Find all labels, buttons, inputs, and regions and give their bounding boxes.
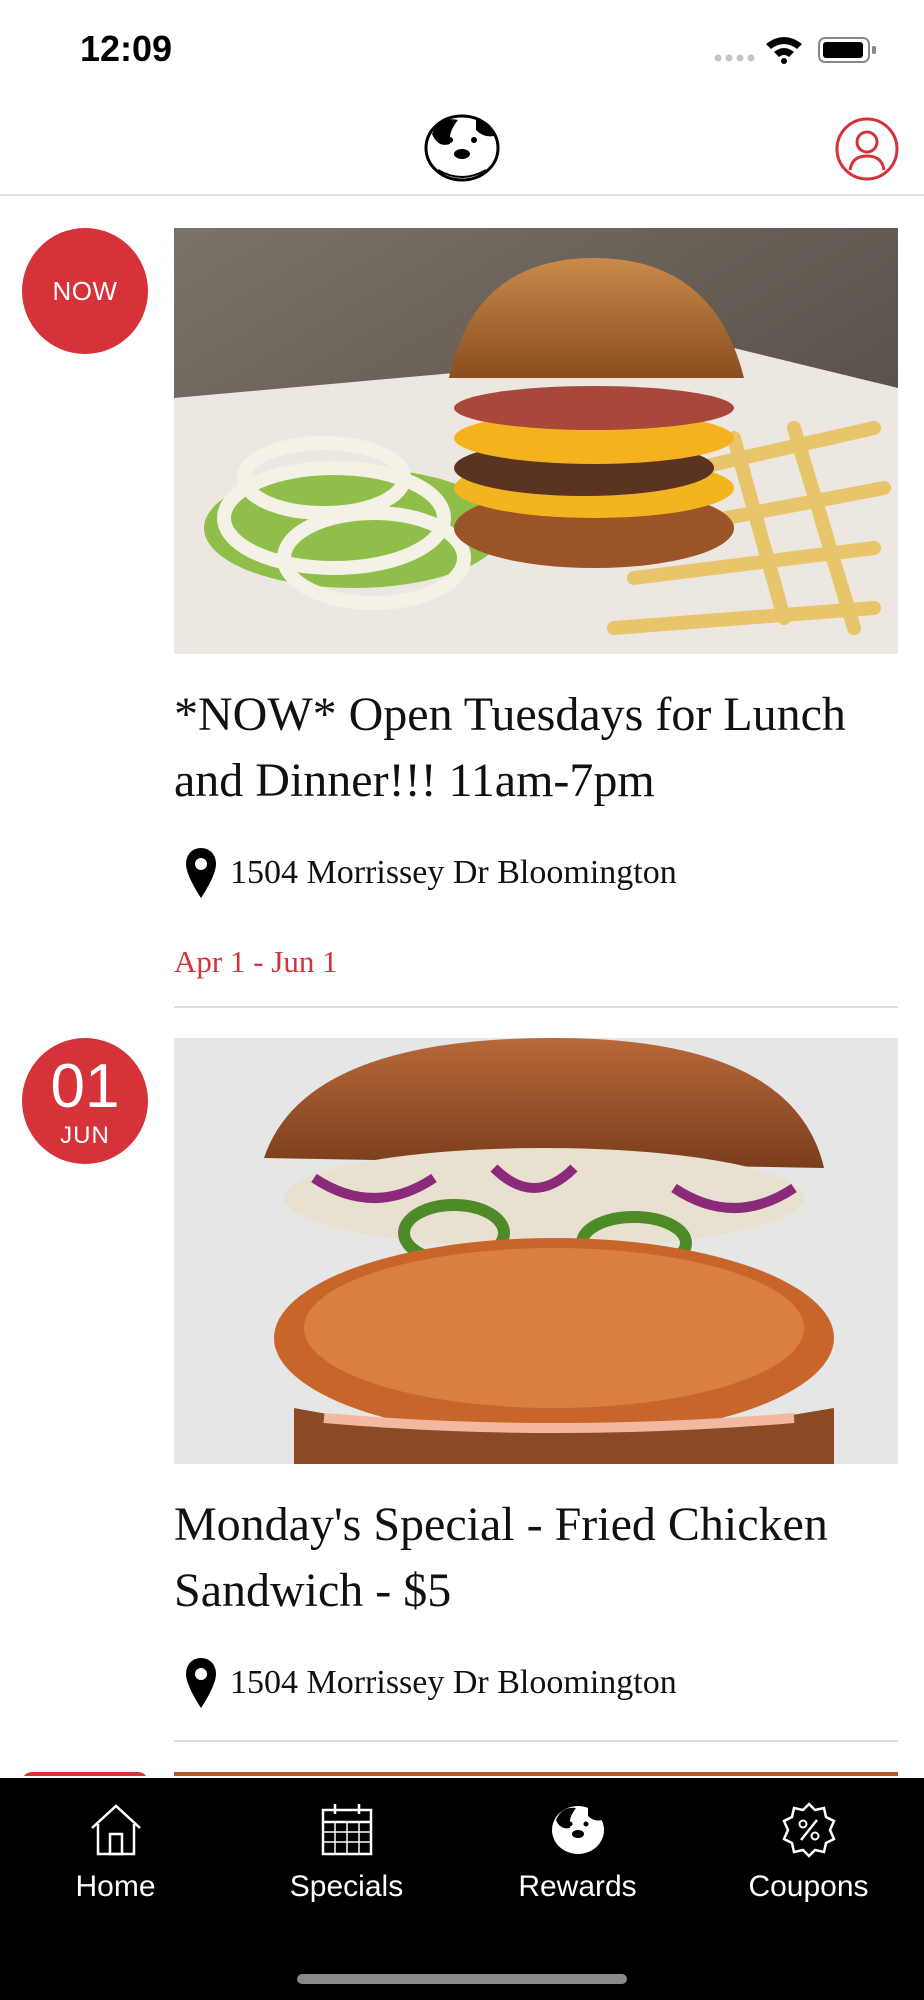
divider [174,1006,898,1008]
burger-image[interactable] [174,228,898,654]
next-date-badge [22,1772,148,1776]
date-range: Apr 1 - Jun 1 [174,944,338,979]
tab-label: Home [75,1870,156,1903]
profile-icon[interactable] [834,116,900,182]
tab-label: Specials [289,1870,404,1903]
cellular-signal-icon [714,54,755,62]
tab-label: Coupons [748,1870,869,1903]
home-icon [91,1804,141,1856]
location-pin-icon [186,1658,216,1708]
coupon-icon [782,1802,836,1858]
app-header [0,100,924,196]
divider [174,1740,898,1742]
tab-home[interactable]: Home [0,1778,231,1928]
specials-feed[interactable]: NOW *NOW* Open Tuesdays for Lunch and Di… [0,196,924,1776]
calendar-icon [321,1804,373,1856]
wifi-icon [766,37,802,64]
location-address: 1504 Morrissey Dr Bloomington [230,1664,677,1701]
status-time: 12:09 [80,28,173,69]
dog-logo[interactable] [418,108,506,188]
special-card[interactable]: 01 JUN Monday's Special - Fried Chicken … [0,1038,924,1776]
chicken-sandwich-photo [174,1038,898,1464]
special-title: Monday's Special - Fried Chicken Sandwic… [174,1498,828,1617]
tab-rewards[interactable]: Rewards [462,1778,693,1928]
badge-day: 01 [50,1052,120,1121]
status-bar: 12:09 [0,0,924,100]
badge-month: JUN [60,1122,110,1149]
special-card[interactable]: NOW *NOW* Open Tuesdays for Lunch and Di… [0,228,924,1008]
tab-coupons[interactable]: Coupons [693,1778,924,1928]
tab-label: Rewards [518,1870,637,1903]
tab-specials[interactable]: Specials [231,1778,462,1928]
date-badge: 01 JUN [22,1038,148,1164]
next-card-image [174,1772,898,1776]
special-card-partial[interactable] [0,1772,924,1776]
location-pin-icon [186,848,216,898]
chicken-sandwich-image[interactable] [174,1038,898,1464]
dog-logo-icon [552,1806,604,1854]
home-indicator[interactable] [297,1974,627,1984]
special-title: *NOW* Open Tuesdays for Lunch and Dinner… [174,688,846,807]
burger-photo [174,228,898,654]
location-row: 1504 Morrissey Dr Bloomington [174,846,898,902]
tab-bar: Home Specials Rewards Coupons [0,1778,924,2000]
battery-icon [818,37,876,63]
location-address: 1504 Morrissey Dr Bloomington [230,854,677,891]
now-badge: NOW [22,228,148,354]
location-row: 1504 Morrissey Dr Bloomington [174,1656,898,1712]
